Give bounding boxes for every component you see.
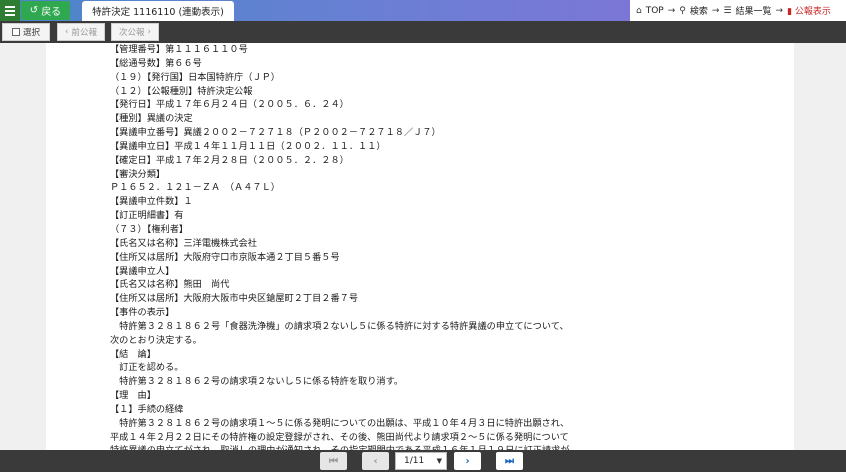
arrow-right-icon: → [667, 5, 676, 16]
document-line: 特許第３２８１８６２号の請求項１～５に係る発明についての出願は、平成１０年４月３… [110, 417, 570, 429]
chevron-left-icon: ‹ [65, 27, 69, 37]
document-line: 【発行日】平成１７年６月２４日（２００５．６．２４） [110, 99, 349, 111]
prev-gazette-button[interactable]: ‹ 前公報 [57, 23, 105, 41]
document-line: 【確定日】平成１７年２月２８日（２００５．２．２８） [110, 154, 349, 166]
document-line: （７３）【権利者】 [110, 223, 189, 235]
checkbox-icon [11, 28, 20, 36]
breadcrumb-gazette-label: 公報表示 [794, 7, 831, 17]
document-line: 平成１４年２月２２日にその特許権の設定登録がされ、その後、熊田尚代より請求項２～… [110, 431, 569, 443]
back-arrow-icon: ↺ [29, 5, 39, 16]
document-line: 【結 論】 [110, 348, 156, 360]
document-line: 【氏名又は名称】三洋電機株式会社 [110, 237, 257, 249]
first-page-button[interactable]: ⏮ [320, 452, 347, 470]
pagination-bar: ⏮ ‹ 1/11 ▼ › ⏭ [0, 450, 846, 472]
back-button-label: 戻る [41, 7, 62, 18]
document-line: 【種別】異議の決定 [110, 113, 193, 125]
select-button[interactable]: 選択 [2, 23, 50, 41]
prev-gazette-label: 前公報 [71, 28, 97, 38]
document-line: 【異議申立件数】１ [110, 196, 193, 208]
toolbar: 選択 ‹ 前公報 次公報 › [0, 21, 846, 43]
last-page-button[interactable]: ⏭ [496, 452, 523, 470]
tab-document-label: 特許決定 1116110 (連動表示) [92, 7, 224, 18]
document-line: 【総通号数】第６６号 [110, 57, 202, 69]
document-line: 【異議申立日】平成１４年１１月１１日（２００２．１１．１１） [110, 140, 386, 152]
arrow-right-icon: → [711, 5, 720, 16]
breadcrumb: ⌂ TOP → ⚲ 検索 → ☰ 結果一覧 → ▮ 公報表示 [630, 0, 846, 21]
document-line: Ｐ１６５２．１２１－ＺＡ （Ａ４７Ｌ） [110, 182, 280, 194]
page-select-value: 1/11 [404, 456, 425, 466]
document-line: 【１】手続の経緯 [110, 403, 184, 415]
list-icon: ☰ [723, 5, 732, 16]
document-line: 特許第３２８１８６２号の請求項２ないし５に係る特許を取り消す。 [110, 376, 404, 388]
chevron-right-icon: › [465, 455, 470, 467]
chevron-right-icon: › [147, 27, 151, 37]
next-page-button[interactable]: › [454, 452, 481, 470]
tab-document[interactable]: 特許決定 1116110 (連動表示) [82, 1, 234, 21]
document-line: 【住所又は居所】大阪府守口市京阪本通２丁目５番５号 [110, 251, 340, 263]
document-line: 【理 由】 [110, 390, 156, 402]
breadcrumb-results[interactable]: 結果一覧 [736, 4, 772, 17]
content-area[interactable]: 【管理番号】第１１１６１１０号 【総通号数】第６６号 （１９）【発行国】日本国特許庁… [0, 43, 846, 450]
chevron-left-icon: ‹ [373, 455, 378, 467]
page-select[interactable]: 1/11 ▼ [395, 452, 447, 470]
document-line: （１９）【発行国】日本国特許庁（ＪＰ） [110, 71, 280, 83]
hamburger-menu-icon[interactable] [0, 0, 20, 21]
search-icon: ⚲ [679, 5, 686, 16]
document-line: 【住所又は居所】大阪府大阪市中央区鎗屋町２丁目２番７号 [110, 293, 359, 305]
prev-page-button[interactable]: ‹ [362, 452, 389, 470]
document-line: 訂正を認める。 [110, 362, 184, 374]
next-gazette-label: 次公報 [119, 28, 145, 38]
document-line: 【異議申立番号】異議２００２－７２７１８（Ｐ２００２－７２７１８／Ｊ７） [110, 127, 441, 139]
document-line: （１２）【公報種別】特許決定公報 [110, 85, 253, 97]
select-button-label: 選択 [22, 28, 40, 38]
document-line: 【訂正明細書】有 [110, 210, 184, 222]
document-line: 【審決分類】 [110, 168, 166, 180]
arrow-right-icon: → [775, 5, 784, 16]
header-bar: ↺ 戻る 特許決定 1116110 (連動表示) ⌂ TOP → ⚲ 検索 → … [0, 0, 846, 21]
document-page: 【管理番号】第１１１６１１０号 【総通号数】第６６号 （１９）【発行国】日本国特許庁… [46, 43, 794, 450]
document-body: 【管理番号】第１１１６１１０号 【総通号数】第６６号 （１９）【発行国】日本国特許庁… [110, 43, 750, 450]
document-icon: ▮ [787, 7, 793, 17]
first-page-icon: ⏮ [329, 455, 338, 467]
breadcrumb-search[interactable]: 検索 [690, 4, 708, 17]
document-line: 【事件の表示】 [110, 307, 175, 319]
breadcrumb-gazette[interactable]: ▮ 公報表示 [787, 4, 831, 17]
last-page-icon: ⏭ [505, 455, 514, 467]
document-line: 【管理番号】第１１１６１１０号 [110, 44, 248, 55]
home-icon: ⌂ [636, 5, 642, 16]
document-line: 次のとおり決定する。 [110, 334, 202, 346]
back-button[interactable]: ↺ 戻る [21, 1, 70, 20]
next-gazette-button[interactable]: 次公報 › [111, 23, 159, 41]
chevron-down-icon: ▼ [436, 457, 442, 465]
breadcrumb-top[interactable]: TOP [646, 6, 664, 16]
document-line: 【異議申立人】 [110, 265, 175, 277]
document-line: 特許第３２８１８６２号「食器洗浄機」の請求項２ないし５に係る特許に対する特許異議… [110, 320, 569, 332]
document-line: 【氏名又は名称】熊田 尚代 [110, 279, 230, 291]
